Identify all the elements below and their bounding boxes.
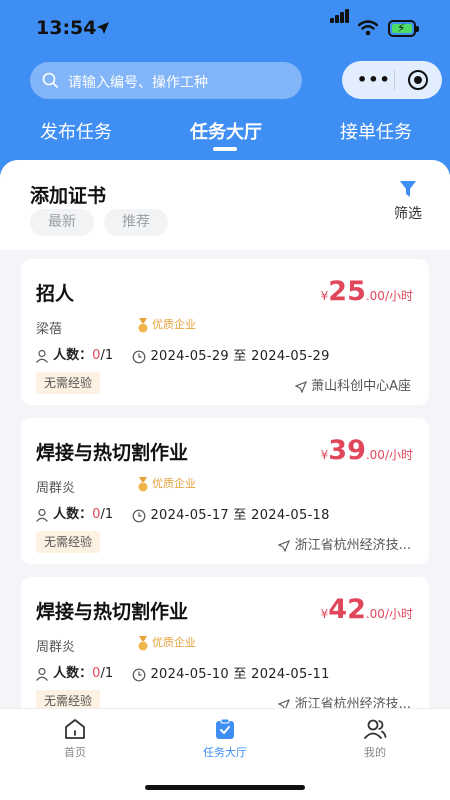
quality-badge: 优质企业 (137, 316, 196, 333)
sort-recommended-pill[interactable]: 推荐 (104, 209, 168, 236)
status-bar: 13:54 ⚡ (0, 0, 450, 56)
tab-accepted-tasks[interactable]: 接单任务 (340, 118, 412, 144)
status-time: 13:54 (36, 17, 97, 39)
task-title: 招人 (36, 283, 75, 305)
person-icon (36, 508, 48, 522)
poster-name: 周群炎 (36, 640, 76, 655)
search-placeholder: 请输入编号、操作工种 (68, 75, 208, 91)
task-price: ¥39.00/小时 (320, 435, 413, 466)
task-card[interactable]: 焊接与热切割作业 ¥39.00/小时 周群炎 优质企业 人数：0/1 2024-… (21, 418, 429, 564)
active-tab-indicator (213, 147, 237, 151)
search-icon (42, 72, 58, 88)
task-price: ¥42.00/小时 (320, 594, 413, 625)
top-tabs: 发布任务 任务大厅 接单任务 (0, 118, 450, 158)
date-range: 2024-05-10 至 2024-05-11 (132, 663, 330, 682)
home-indicator (145, 785, 305, 790)
people-count: 人数：0/1 (35, 662, 113, 681)
people-count: 人数：0/1 (35, 503, 113, 522)
section-title: 添加证书 (30, 185, 107, 207)
task-price: ¥25.00/小时 (320, 276, 413, 307)
location-arrow-icon (97, 22, 109, 34)
clipboard-check-icon (216, 718, 234, 739)
navigation-arrow-icon (278, 539, 291, 552)
medal-icon (138, 476, 148, 491)
people-count: 人数：0/1 (35, 344, 113, 363)
task-card[interactable]: 焊接与热切割作业 ¥42.00/小时 周群炎 优质企业 人数：0/1 2024-… (21, 577, 429, 723)
task-title: 焊接与热切割作业 (36, 601, 189, 623)
nav-home-label: 首页 (64, 746, 86, 759)
quality-badge: 优质企业 (137, 634, 196, 651)
task-address: 萧山科创中心A座 (294, 375, 411, 394)
nav-mine-label: 我的 (364, 746, 386, 759)
experience-tag: 无需经验 (36, 531, 101, 553)
date-range: 2024-05-17 至 2024-05-18 (132, 504, 330, 523)
navigation-arrow-icon (294, 380, 307, 393)
nav-mine[interactable]: 我的 (335, 717, 415, 760)
home-icon (65, 719, 85, 739)
poster-name: 周群炎 (36, 481, 76, 496)
close-miniprogram-icon[interactable] (408, 70, 428, 90)
nav-task-hall-label: 任务大厅 (203, 746, 247, 759)
person-icon (36, 349, 48, 363)
quality-badge: 优质企业 (137, 475, 196, 492)
nav-home[interactable]: 首页 (35, 717, 115, 760)
nav-task-hall[interactable]: 任务大厅 (185, 717, 265, 760)
task-card[interactable]: 招人 ¥25.00/小时 梁蓓 优质企业 人数：0/1 2024-05-29 至… (21, 259, 429, 405)
wifi-icon (358, 20, 378, 36)
more-icon[interactable]: ••• (357, 70, 391, 89)
header: 13:54 ⚡ 请输入编号、操作工种 ••• 发布任务 任务大厅 接单任务 (0, 0, 450, 175)
medal-icon (138, 317, 148, 332)
medal-icon (138, 635, 148, 650)
task-title: 焊接与热切割作业 (36, 442, 189, 464)
filter-label: 筛选 (394, 206, 422, 222)
tab-task-hall[interactable]: 任务大厅 (190, 118, 262, 144)
experience-tag: 无需经验 (36, 372, 101, 394)
user-icon (364, 719, 387, 739)
clock-icon (132, 350, 146, 363)
sort-latest-pill[interactable]: 最新 (30, 209, 94, 236)
filter-button[interactable]: 筛选 (388, 180, 428, 223)
task-address: 浙江省杭州经济技... (278, 534, 411, 553)
poster-name: 梁蓓 (36, 322, 63, 337)
battery-icon: ⚡ (388, 20, 419, 37)
filter-funnel-icon (400, 181, 416, 197)
tab-publish-task[interactable]: 发布任务 (40, 118, 112, 144)
person-icon (36, 667, 48, 681)
search-input[interactable]: 请输入编号、操作工种 (30, 62, 302, 99)
clock-icon (132, 509, 146, 522)
miniprogram-capsule: ••• (342, 61, 442, 99)
date-range: 2024-05-29 至 2024-05-29 (132, 345, 330, 364)
clock-icon (132, 668, 146, 681)
